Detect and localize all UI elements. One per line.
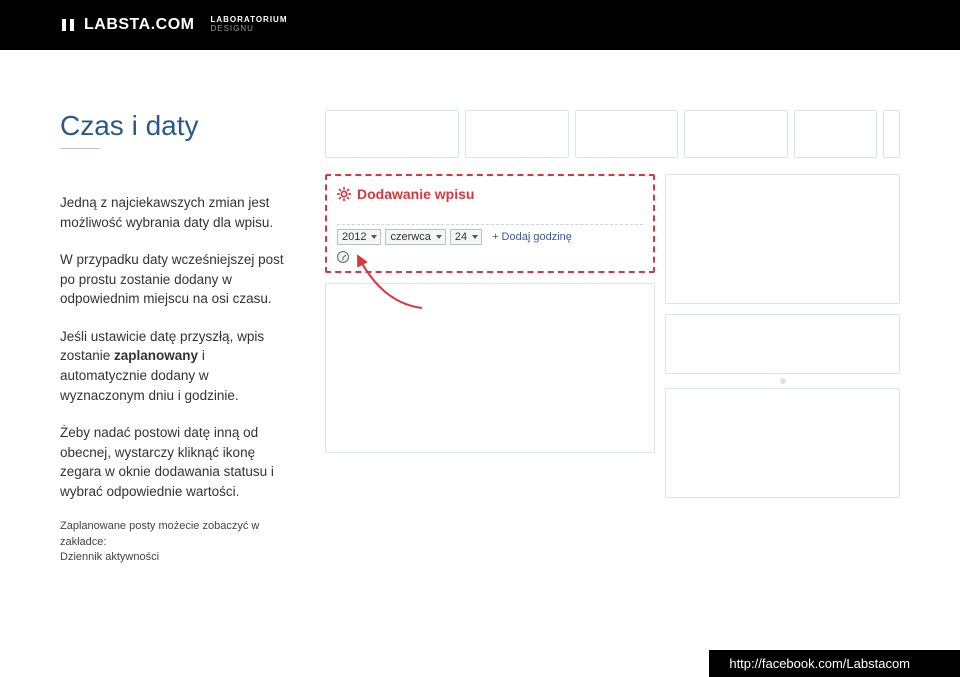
placeholder-card bbox=[665, 174, 900, 304]
brand-subtitle: LABORATORIUM DESIGNU bbox=[210, 16, 287, 34]
placeholder-tab bbox=[883, 110, 900, 158]
placeholder-tab bbox=[325, 110, 459, 158]
illustration-area: Dodawanie wpisu 2012 czerwca 24 + Dodaj … bbox=[325, 110, 900, 565]
month-select[interactable]: czerwca bbox=[385, 229, 445, 245]
article-aside: Czas i daty Jedną z najciekawszych zmian… bbox=[60, 110, 295, 565]
brand-subtitle-line2: DESIGNU bbox=[210, 25, 287, 34]
placeholder-tab bbox=[684, 110, 788, 158]
add-post-header: Dodawanie wpisu bbox=[337, 186, 643, 202]
year-select[interactable]: 2012 bbox=[337, 229, 381, 245]
placeholder-tab bbox=[575, 110, 679, 158]
paragraph-4: Żeby nadać postowi datę inną od obecnej,… bbox=[60, 423, 295, 501]
page-title: Czas i daty bbox=[60, 110, 295, 142]
footnote: Zaplanowane posty możecie zobaczyć w zak… bbox=[60, 519, 295, 565]
placeholder-tab bbox=[794, 110, 877, 158]
paragraph-2: W przypadku daty wcześniejszej post po p… bbox=[60, 250, 295, 309]
footnote-line1: Zaplanowane posty możecie zobaczyć w zak… bbox=[60, 519, 295, 550]
clock-icon[interactable] bbox=[337, 251, 349, 263]
placeholder-card bbox=[665, 314, 900, 374]
clock-row bbox=[337, 251, 643, 263]
gear-icon bbox=[337, 187, 351, 201]
footer-url: http://facebook.com/Labstacom bbox=[729, 656, 910, 671]
placeholder-card bbox=[665, 388, 900, 498]
paragraph-3-bold: zaplanowany bbox=[114, 348, 198, 363]
add-post-title: Dodawanie wpisu bbox=[357, 186, 474, 202]
timeline-dot-icon bbox=[780, 378, 786, 384]
header: LABSTA.COM LABORATORIUM DESIGNU bbox=[0, 0, 960, 50]
day-select[interactable]: 24 bbox=[450, 229, 482, 245]
brand-icon bbox=[60, 17, 76, 33]
add-post-panel: Dodawanie wpisu 2012 czerwca 24 + Dodaj … bbox=[325, 174, 655, 273]
placeholder-tabs bbox=[325, 110, 900, 158]
brand-name: LABSTA.COM bbox=[84, 16, 194, 34]
add-time-link[interactable]: + Dodaj godzinę bbox=[492, 231, 572, 243]
footnote-line2: Dziennik aktywności bbox=[60, 550, 295, 565]
brand-logo: LABSTA.COM LABORATORIUM DESIGNU bbox=[60, 16, 288, 34]
placeholder-card bbox=[325, 283, 655, 453]
date-row: 2012 czerwca 24 + Dodaj godzinę bbox=[337, 224, 643, 245]
footer-link[interactable]: http://facebook.com/Labstacom bbox=[709, 650, 960, 677]
paragraph-1: Jedną z najciekawszych zmian jest możliw… bbox=[60, 193, 295, 232]
paragraph-3: Jeśli ustawicie datę przyszłą, wpis zost… bbox=[60, 327, 295, 405]
title-underline bbox=[60, 148, 100, 149]
placeholder-tab bbox=[465, 110, 569, 158]
